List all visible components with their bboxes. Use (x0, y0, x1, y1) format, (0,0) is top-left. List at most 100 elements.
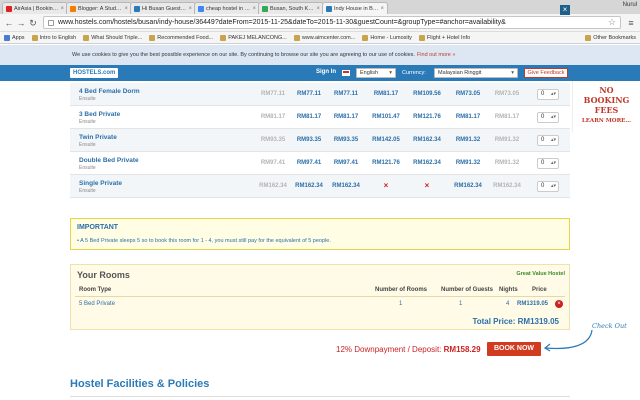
nightly-price: RM162.34 (413, 160, 441, 166)
bookmark-item[interactable]: What Should Triple... (83, 34, 142, 41)
nightly-price: RM91.32 (494, 160, 520, 166)
room-quantity-value: 0 (541, 91, 545, 97)
browser-tab-bar: AirAsia | Booking | Book in...×Blogger: … (0, 0, 640, 14)
no-booking-fees-ad[interactable]: NO BOOKING FEES LEARN MORE... (572, 81, 640, 133)
bookmark-favicon-icon (83, 34, 90, 41)
nightly-price: RM93.35 (296, 137, 322, 143)
browser-tab[interactable]: AirAsia | Booking | Book in...× (2, 2, 68, 14)
ad-learn-more-link[interactable]: LEARN MORE... (573, 116, 640, 126)
unavailable-x-icon: × (424, 181, 430, 190)
tab-close-icon[interactable]: × (188, 6, 192, 12)
nightly-price: RM93.35 (260, 137, 286, 143)
bookmark-star-icon[interactable]: ☆ (604, 17, 616, 28)
room-name-link[interactable]: Double Bed Private (79, 157, 139, 164)
page-info-icon[interactable] (48, 19, 54, 26)
check-out-annotation: Check Out (592, 322, 627, 330)
stepper-icon: ▴▾ (550, 137, 556, 143)
tab-label: cheap hostel in busan - G... (206, 5, 251, 12)
nightly-price: RM81.17 (455, 114, 481, 120)
address-bar[interactable]: www.hostels.com/hostels/busan/indy-house… (43, 16, 621, 29)
flag-icon (342, 70, 350, 76)
language-select[interactable]: English ▾ (356, 68, 396, 78)
room-row: Twin Private Ensuite RM93.35 RM93.35 RM93.35… (70, 129, 570, 152)
room-subtitle: Ensuite (79, 188, 96, 194)
room-quantity-select[interactable]: 0 ▴▾ (537, 181, 559, 192)
nightly-price: RM121.76 (372, 160, 400, 166)
bookmark-label: PAKEJ MELANCONG... (228, 34, 287, 41)
room-availability-table: 4 Bed Female Dorm Ensuite RM77.11 RM77.11 RM… (70, 83, 570, 198)
tab-close-icon[interactable]: × (252, 6, 256, 12)
room-row: Double Bed Private Ensuite RM97.41 RM97.41 R… (70, 152, 570, 175)
room-name-link[interactable]: Single Private (79, 180, 122, 187)
remove-room-icon[interactable]: × (555, 300, 563, 308)
room-name-link[interactable]: 4 Bed Female Dorm (79, 88, 140, 95)
menu-icon[interactable]: ≡ (625, 17, 637, 29)
selected-num-rooms: 1 (399, 301, 403, 307)
other-bookmarks[interactable]: Other Bookmarks (585, 34, 636, 41)
bookmark-item[interactable]: Intro to English (31, 34, 76, 41)
bookmark-label: Recommended Food... (157, 34, 214, 41)
apps-grid-icon (4, 34, 10, 41)
room-name-link[interactable]: Twin Private (79, 134, 117, 141)
give-feedback-button[interactable]: Give Feedback (524, 68, 568, 78)
room-name-link[interactable]: 3 Bed Private (79, 111, 120, 118)
nightly-price: RM73.05 (455, 91, 481, 97)
nightly-price: RM91.32 (494, 137, 520, 143)
forward-arrow-icon[interactable]: → (15, 17, 27, 29)
sign-in-link[interactable]: Sign In (316, 69, 336, 75)
back-arrow-icon[interactable]: ← (3, 17, 15, 29)
important-text: • A 5 Bed Private sleeps 5 so to book th… (77, 238, 331, 244)
room-quantity-select[interactable]: 0 ▴▾ (537, 89, 559, 100)
nightly-price: RM81.17 (260, 114, 286, 120)
cookie-close-button[interactable]: × (560, 5, 570, 15)
bookmark-item[interactable]: Recommended Food... (149, 34, 214, 41)
cookie-find-out-more-link[interactable]: Find out more » (417, 52, 456, 58)
bookmark-item[interactable]: PAKEJ MELANCONG... (220, 34, 287, 41)
browser-tab[interactable]: cheap hostel in busan - G...× (194, 2, 260, 14)
nightly-price: RM109.56 (413, 91, 441, 97)
bookmark-item[interactable]: www.aimcenter.com... (293, 34, 355, 41)
browser-tab[interactable]: Busan, South Korea - Acti...× (258, 2, 324, 14)
room-quantity-select[interactable]: 0 ▴▾ (537, 135, 559, 146)
divider (70, 396, 570, 397)
selected-price: RM1319.05 (517, 301, 549, 307)
tab-close-icon[interactable]: × (60, 6, 64, 12)
nightly-price: RM162.34 (413, 137, 441, 143)
room-quantity-select[interactable]: 0 ▴▾ (537, 158, 559, 169)
bookmarks-bar: Apps Intro to English What Should Triple..… (0, 32, 640, 44)
currency-select-value: Malaysian Ringgit (438, 70, 482, 76)
header-room-type: Room Type (79, 287, 112, 293)
site-header: HOSTELS.com Sign In English ▾ Currency: M… (0, 65, 640, 81)
tab-close-icon[interactable]: × (316, 6, 320, 12)
tab-favicon-icon (326, 5, 332, 12)
browser-tab[interactable]: Hi Busan Guest House in B...× (130, 2, 196, 14)
browser-tab[interactable]: Indy House in Busan, Sou...× (322, 2, 388, 14)
selected-nights: 4 (506, 301, 510, 307)
nightly-price: RM77.11 (296, 91, 321, 97)
cookie-notice-text: We use cookies to give you the best poss… (72, 52, 415, 58)
stepper-icon: ▴▾ (550, 91, 556, 97)
bookmark-label: Home - Lumosity (370, 34, 412, 41)
bookmark-item[interactable]: Apps (4, 34, 25, 41)
deposit-amount: RM158.29 (443, 345, 481, 354)
reload-icon[interactable]: ↻ (27, 17, 39, 29)
nightly-price: RM162.34 (454, 183, 482, 189)
browser-tab[interactable]: Blogger: A Student, A Tra...× (66, 2, 132, 14)
bookmark-item[interactable]: Flight + Hotel Info (418, 34, 470, 41)
tab-close-icon[interactable]: × (380, 6, 384, 12)
nightly-price: RM97.41 (260, 160, 286, 166)
nightly-price: RM81.17 (494, 114, 520, 120)
unavailable-x-icon: × (383, 181, 389, 190)
selected-room-type: 5 Bed Private (79, 301, 116, 307)
bookmark-item[interactable]: Home - Lumosity (362, 34, 412, 41)
nightly-price: RM93.35 (333, 137, 359, 143)
book-now-button[interactable]: BOOK NOW (487, 342, 541, 356)
room-quantity-select[interactable]: 0 ▴▾ (537, 112, 559, 123)
hostels-logo[interactable]: HOSTELS.com (70, 68, 119, 78)
currency-select[interactable]: Malaysian Ringgit ▾ (434, 68, 518, 78)
browser-user-chip[interactable]: Nurul (623, 2, 637, 8)
tab-close-icon[interactable]: × (124, 6, 128, 12)
stepper-icon: ▴▾ (550, 160, 556, 166)
room-subtitle: Ensuite (79, 96, 96, 102)
header-number-of-rooms: Number of Rooms (375, 287, 428, 293)
